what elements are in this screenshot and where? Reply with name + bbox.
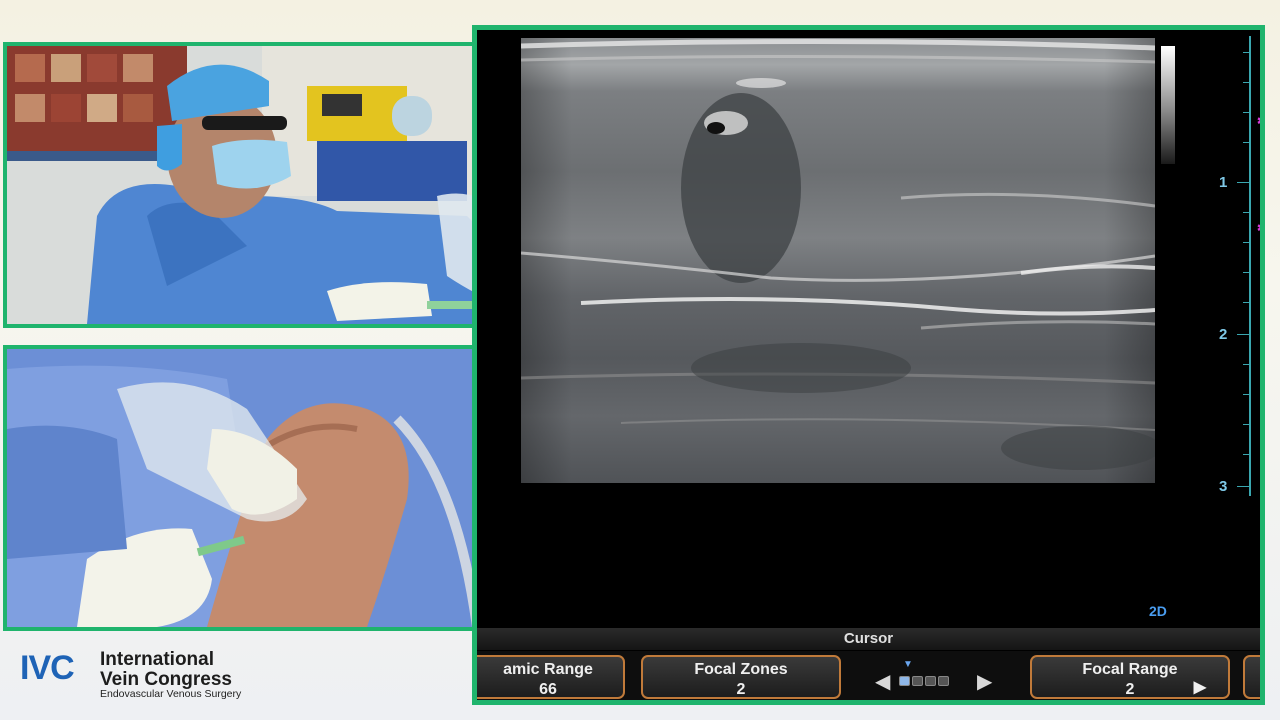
control-bar: amic Range 66 Focal Zones 2 ◀ ▼ ▶ Focal … xyxy=(477,651,1260,700)
depth-tick xyxy=(1243,364,1251,365)
depth-scale: 1 2 3 ✱ ✱ xyxy=(1219,36,1260,496)
ultrasound-panel: 1 2 3 ✱ ✱ 2D Cursor amic Range 66 Focal … xyxy=(472,25,1265,705)
next-control-button[interactable] xyxy=(1243,655,1260,699)
logo-title-line2: Vein Congress xyxy=(100,669,232,690)
logo-title: International Vein Congress xyxy=(100,650,232,690)
depth-scale-line xyxy=(1249,36,1251,496)
page-indicator-caret-icon: ▼ xyxy=(903,659,913,670)
focus-asterisk-icon: ✱ xyxy=(1257,221,1260,235)
depth-label-3: 3 xyxy=(1219,478,1228,495)
logo-mark: IVC xyxy=(20,649,75,687)
focus-asterisk-icon: ✱ xyxy=(1257,114,1260,128)
depth-tick xyxy=(1243,272,1251,273)
procedure-camera-feed xyxy=(3,345,511,631)
depth-tick xyxy=(1243,212,1251,213)
depth-tick xyxy=(1243,82,1251,83)
surgeon-scene xyxy=(7,46,507,324)
focal-zones-value: 2 xyxy=(736,681,746,698)
ivc-logo: IVC International Vein Congress Endovasc… xyxy=(20,649,280,701)
page-dot[interactable] xyxy=(938,676,949,686)
depth-tick xyxy=(1243,242,1251,243)
page-dot[interactable] xyxy=(912,676,923,686)
next-page-arrow-icon[interactable]: ▶ xyxy=(977,669,992,694)
logo-subtitle: Endovascular Venous Surgery xyxy=(100,688,242,700)
page-dot[interactable] xyxy=(899,676,910,686)
depth-tick xyxy=(1243,454,1251,455)
dynamic-range-button[interactable]: amic Range 66 xyxy=(477,655,625,699)
depth-tick xyxy=(1243,424,1251,425)
focal-range-button[interactable]: Focal Range 2 ▶ xyxy=(1030,655,1230,699)
depth-label-1: 1 xyxy=(1219,174,1228,191)
depth-tick xyxy=(1243,394,1251,395)
grayscale-bar xyxy=(1161,46,1175,164)
depth-tick xyxy=(1243,112,1251,113)
imaging-mode-label: 2D xyxy=(1149,603,1167,619)
procedure-scene xyxy=(7,349,507,627)
depth-tick-major xyxy=(1237,182,1251,183)
dynamic-range-value: 66 xyxy=(539,681,557,698)
prev-page-arrow-icon[interactable]: ◀ xyxy=(875,669,890,694)
focal-zones-label: Focal Zones xyxy=(694,661,788,678)
page-dot[interactable] xyxy=(925,676,936,686)
depth-tick xyxy=(1243,302,1251,303)
surgeon-camera-feed xyxy=(3,42,511,328)
cursor-strip: Cursor xyxy=(477,628,1260,650)
page-dots xyxy=(899,673,951,691)
depth-tick xyxy=(1243,142,1251,143)
depth-tick xyxy=(1243,52,1251,53)
ultrasound-image xyxy=(521,38,1155,483)
depth-tick-major xyxy=(1237,334,1251,335)
dynamic-range-label: amic Range xyxy=(503,661,593,678)
ultrasound-echo-pattern xyxy=(521,38,1155,470)
depth-label-2: 2 xyxy=(1219,326,1228,343)
focal-zones-button[interactable]: Focal Zones 2 xyxy=(641,655,841,699)
logo-title-line1: International xyxy=(100,649,215,670)
depth-tick-major xyxy=(1237,486,1251,487)
focal-range-arrow-icon[interactable]: ▶ xyxy=(1194,677,1206,697)
